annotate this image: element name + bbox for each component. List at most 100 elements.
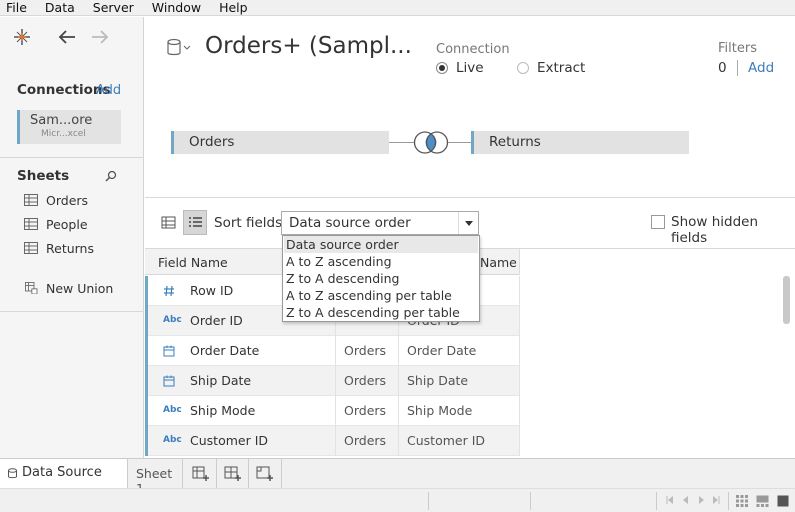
sort-option-data-source-order[interactable]: Data source order [284, 236, 478, 253]
live-radio-option[interactable]: Live [436, 60, 484, 76]
sheet-item-orders[interactable]: Orders [24, 191, 88, 209]
menu-window[interactable]: Window [146, 0, 201, 16]
show-hidden-fields-checkbox[interactable] [651, 215, 665, 229]
sheet-sorter-icon[interactable] [736, 495, 748, 507]
cell-separator [335, 336, 336, 366]
navigation-toolbar [0, 17, 144, 57]
join-table-returns[interactable]: Returns [471, 131, 689, 154]
extract-radio-option[interactable]: Extract [517, 60, 585, 76]
filmstrip-icon[interactable] [756, 495, 769, 507]
table-row[interactable]: Abc Customer ID Orders Customer ID [145, 426, 520, 456]
inner-join-icon[interactable] [412, 130, 450, 155]
grid-view-icon[interactable] [159, 213, 179, 233]
table-row[interactable]: Abc Ship Mode Orders Ship Mode [145, 396, 520, 426]
database-icon [8, 468, 17, 479]
field-name[interactable]: Customer ID [190, 433, 268, 448]
connection-name: Sam...ore [30, 113, 93, 128]
string-type-icon[interactable]: Abc [163, 435, 182, 447]
database-icon[interactable] [166, 38, 192, 58]
sort-option-a-to-z[interactable]: A to Z ascending [286, 253, 392, 270]
sheet-item-label: People [46, 216, 88, 232]
row-accent [145, 396, 148, 426]
divider [737, 60, 738, 76]
cell-separator [398, 366, 399, 396]
calendar-icon[interactable] [163, 345, 179, 357]
remote-name-cell: Ship Date [407, 373, 469, 388]
join-connector [389, 142, 414, 143]
new-dashboard-icon[interactable] [224, 465, 242, 482]
chevron-down-icon[interactable] [458, 212, 478, 234]
table-row[interactable]: Order Date Orders Order Date [145, 336, 520, 366]
back-arrow-icon[interactable] [57, 28, 77, 46]
calendar-icon[interactable] [163, 375, 179, 387]
connection-card[interactable]: Sam...ore Micr...xcel [17, 110, 121, 144]
sort-option-z-to-a-per-table[interactable]: Z to A descending per table [286, 304, 460, 321]
first-sheet-icon[interactable] [665, 495, 675, 505]
connection-type: Micr...xcel [41, 129, 86, 139]
sort-option-a-to-z-per-table[interactable]: A to Z ascending per table [286, 287, 452, 304]
remote-name-cell: Ship Mode [407, 403, 473, 418]
field-name[interactable]: Order ID [190, 313, 243, 328]
divider [216, 459, 217, 488]
list-view-button[interactable] [183, 210, 207, 235]
sheets-heading: Sheets [17, 168, 70, 184]
divider [0, 157, 144, 158]
tabs-view-icon[interactable] [777, 495, 789, 507]
field-name[interactable]: Ship Mode [190, 403, 255, 418]
table-name-cell: Orders [344, 373, 387, 388]
cell-separator [519, 366, 520, 396]
menu-data[interactable]: Data [39, 0, 75, 16]
cell-separator [398, 426, 399, 456]
tab-sheet-1[interactable]: Sheet 1 [129, 459, 183, 496]
forward-arrow-icon[interactable] [90, 28, 110, 46]
new-story-icon[interactable] [256, 465, 274, 482]
cell-separator [335, 426, 336, 456]
tab-data-source[interactable]: Data Source [0, 459, 128, 488]
sheet-item-people[interactable]: People [24, 215, 88, 233]
cell-separator [519, 396, 520, 426]
next-sheet-icon[interactable] [696, 495, 706, 505]
menu-help[interactable]: Help [213, 0, 248, 16]
column-header-field-name[interactable]: Field Name [158, 255, 228, 270]
field-name[interactable]: Row ID [190, 283, 233, 298]
row-accent [145, 276, 148, 306]
data-source-title[interactable]: Orders+ (Sampl... [205, 33, 412, 59]
cell-separator [398, 336, 399, 366]
live-label: Live [456, 60, 484, 76]
column-header-remote-name[interactable]: Name [480, 255, 517, 270]
table-row[interactable]: Ship Date Orders Ship Date [145, 366, 520, 396]
field-name[interactable]: Ship Date [190, 373, 251, 388]
add-filter-link[interactable]: Add [748, 60, 774, 76]
show-hidden-fields-label[interactable]: Show hidden fields [671, 214, 795, 246]
previous-sheet-icon[interactable] [681, 495, 691, 505]
new-union-label: New Union [46, 280, 114, 296]
left-pane: Connections Add Sam...ore Micr...xcel Sh… [0, 17, 144, 458]
extract-radio[interactable] [517, 62, 529, 74]
number-type-icon[interactable] [163, 285, 179, 297]
new-union-item[interactable]: New Union [24, 279, 113, 297]
search-icon[interactable] [105, 170, 117, 182]
string-type-icon[interactable]: Abc [163, 315, 182, 327]
last-sheet-icon[interactable] [711, 495, 721, 505]
field-name[interactable]: Order Date [190, 343, 259, 358]
cell-separator [335, 366, 336, 396]
tableau-logo-icon[interactable] [13, 28, 31, 46]
table-icon [24, 242, 38, 254]
add-connection-link[interactable]: Add [96, 83, 121, 98]
live-radio[interactable] [436, 62, 448, 74]
join-table-orders[interactable]: Orders [171, 131, 389, 154]
cell-separator [519, 336, 520, 366]
sheet-tab-bar: Data Source Sheet 1 [0, 458, 795, 496]
divider [145, 197, 795, 198]
menu-file[interactable]: File [0, 0, 27, 16]
string-type-icon[interactable]: Abc [163, 405, 182, 417]
join-connector [448, 142, 471, 143]
new-worksheet-icon[interactable] [192, 465, 210, 482]
vertical-scrollbar[interactable] [783, 276, 790, 324]
sheet-item-returns[interactable]: Returns [24, 239, 94, 257]
menu-server[interactable]: Server [87, 0, 134, 16]
row-accent [145, 336, 148, 366]
sort-fields-select[interactable]: Data source order [281, 211, 479, 235]
divider [530, 492, 531, 510]
sort-option-z-to-a[interactable]: Z to A descending [286, 270, 399, 287]
